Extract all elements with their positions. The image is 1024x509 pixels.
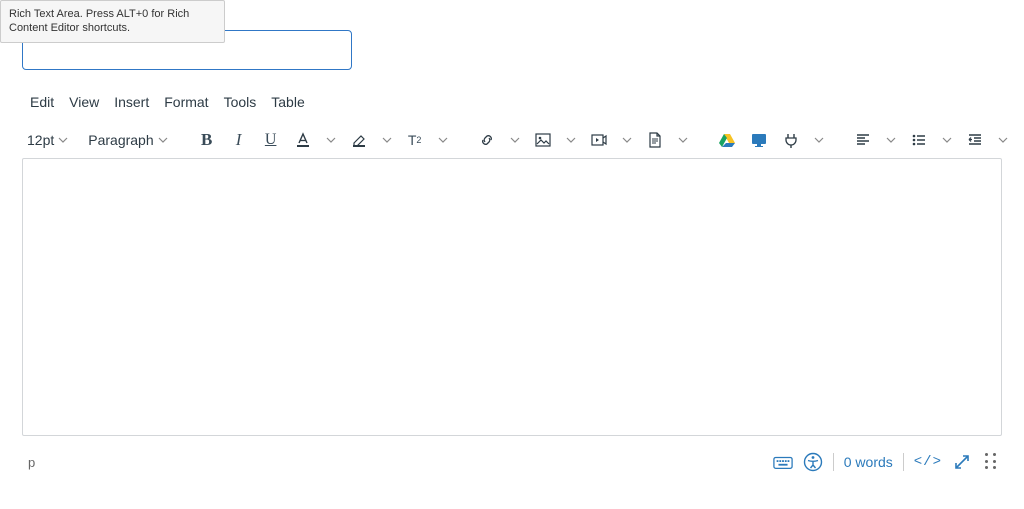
superscript-button[interactable]: T2 xyxy=(401,126,429,154)
tooltip-text: Rich Text Area. Press ALT+0 for Rich Con… xyxy=(9,8,189,34)
app-google-drive-button[interactable] xyxy=(713,126,741,154)
chevron-down-icon xyxy=(510,135,520,145)
statusbar: p 0 words </> xyxy=(22,447,1002,477)
image-dropdown[interactable] xyxy=(561,126,581,154)
align-left-icon xyxy=(854,131,872,149)
menu-edit[interactable]: Edit xyxy=(30,94,54,110)
app-commons-button[interactable] xyxy=(745,126,773,154)
media-button[interactable] xyxy=(585,126,613,154)
font-size-select[interactable]: 12pt xyxy=(22,126,73,154)
text-color-dropdown[interactable] xyxy=(321,126,341,154)
link-icon xyxy=(478,131,496,149)
document-icon xyxy=(646,131,664,149)
menubar: Edit View Insert Format Tools Table xyxy=(30,94,305,110)
menu-view[interactable]: View xyxy=(69,94,99,110)
document-dropdown[interactable] xyxy=(673,126,693,154)
editor-content-area[interactable] xyxy=(22,158,1002,436)
highlight-icon xyxy=(350,131,368,149)
chevron-down-icon xyxy=(58,135,68,145)
chevron-down-icon xyxy=(566,135,576,145)
block-format-label: Paragraph xyxy=(88,132,153,148)
block-format-select[interactable]: Paragraph xyxy=(83,126,172,154)
statusbar-divider xyxy=(903,453,904,471)
apps-dropdown[interactable] xyxy=(809,126,829,154)
indent-button[interactable] xyxy=(961,126,989,154)
google-drive-icon xyxy=(718,131,736,149)
chevron-down-icon xyxy=(886,135,896,145)
link-dropdown[interactable] xyxy=(505,126,525,154)
tooltip-shortcuts: Rich Text Area. Press ALT+0 for Rich Con… xyxy=(0,0,225,43)
align-button[interactable] xyxy=(849,126,877,154)
font-size-label: 12pt xyxy=(27,132,54,148)
outdent-icon xyxy=(966,131,984,149)
menu-tools[interactable]: Tools xyxy=(224,94,257,110)
link-button[interactable] xyxy=(473,126,501,154)
bold-icon: B xyxy=(198,131,216,149)
image-icon xyxy=(534,131,552,149)
bullet-list-button[interactable] xyxy=(905,126,933,154)
statusbar-divider xyxy=(833,453,834,471)
resize-handle[interactable] xyxy=(982,452,1002,472)
media-dropdown[interactable] xyxy=(617,126,637,154)
html-view-button[interactable]: </> xyxy=(914,454,942,470)
chevron-down-icon xyxy=(438,135,448,145)
menu-insert[interactable]: Insert xyxy=(114,94,149,110)
chevron-down-icon xyxy=(622,135,632,145)
align-dropdown[interactable] xyxy=(881,126,901,154)
underline-button[interactable]: U xyxy=(257,126,285,154)
image-button[interactable] xyxy=(529,126,557,154)
bullet-list-icon xyxy=(910,131,928,149)
chevron-down-icon xyxy=(158,135,168,145)
plug-icon xyxy=(782,131,800,149)
chevron-down-icon xyxy=(326,135,336,145)
chevron-down-icon xyxy=(942,135,952,145)
chevron-down-icon xyxy=(382,135,392,145)
commons-icon xyxy=(750,131,768,149)
menu-format[interactable]: Format xyxy=(164,94,208,110)
document-button[interactable] xyxy=(641,126,669,154)
accessibility-checker-button[interactable] xyxy=(803,452,823,472)
chevron-down-icon xyxy=(814,135,824,145)
bold-button[interactable]: B xyxy=(193,126,221,154)
indent-dropdown[interactable] xyxy=(993,126,1013,154)
text-color-button[interactable] xyxy=(289,126,317,154)
toolbar: 12pt Paragraph B I U T2 xyxy=(22,122,1002,158)
text-color-icon xyxy=(294,131,312,149)
bullet-list-dropdown[interactable] xyxy=(937,126,957,154)
word-count[interactable]: 0 words xyxy=(844,454,893,470)
media-icon xyxy=(590,131,608,149)
italic-icon: I xyxy=(230,131,248,149)
italic-button[interactable]: I xyxy=(225,126,253,154)
chevron-down-icon xyxy=(678,135,688,145)
chevron-down-icon xyxy=(998,135,1008,145)
keyboard-shortcuts-button[interactable] xyxy=(773,452,793,472)
element-path[interactable]: p xyxy=(28,455,35,470)
highlight-dropdown[interactable] xyxy=(377,126,397,154)
apps-button[interactable] xyxy=(777,126,805,154)
fullscreen-button[interactable] xyxy=(952,452,972,472)
superscript-dropdown[interactable] xyxy=(433,126,453,154)
highlight-button[interactable] xyxy=(345,126,373,154)
superscript-icon: T2 xyxy=(406,131,424,149)
underline-icon: U xyxy=(262,131,280,149)
menu-table[interactable]: Table xyxy=(271,94,304,110)
